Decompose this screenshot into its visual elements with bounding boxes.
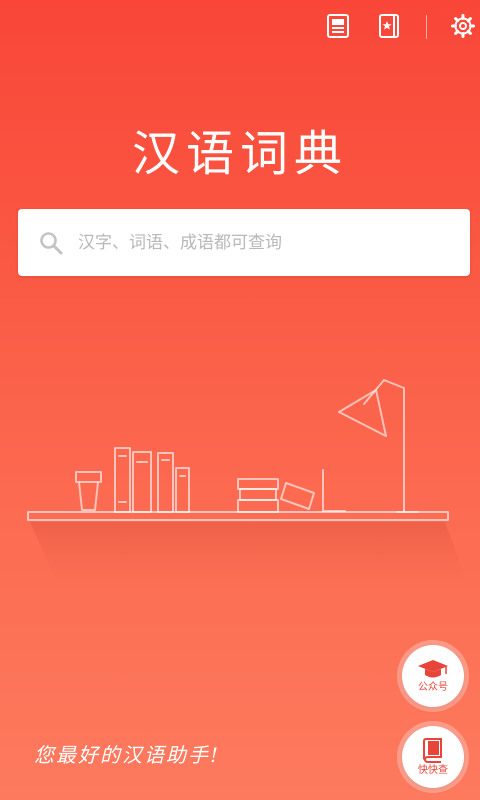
bookmark-book-icon	[376, 13, 402, 39]
settings-gear-icon	[450, 13, 476, 39]
search-box[interactable]	[18, 209, 470, 276]
official-account-button[interactable]: 公众号	[402, 645, 464, 707]
toolbar-divider	[426, 15, 427, 39]
app-title: 汉语词典	[131, 126, 348, 182]
bookshelf-illustration	[27, 379, 466, 580]
search-icon	[40, 231, 63, 254]
book-icon	[423, 738, 442, 763]
newspaper-icon	[325, 13, 351, 39]
quick-lookup-button[interactable]: 快快查	[402, 726, 464, 788]
search-input[interactable]	[78, 209, 470, 276]
home-screen: 汉语词典 汉字、词语、成语都可查询 公众号 快快查 您最好的汉语助手!	[0, 0, 480, 800]
favorites-button[interactable]	[371, 8, 407, 44]
quick-lookup-label: 快快查	[418, 765, 448, 776]
official-account-label: 公众号	[418, 682, 448, 693]
settings-button[interactable]	[445, 8, 480, 44]
news-button[interactable]	[320, 8, 356, 44]
graduation-cap-icon	[418, 660, 448, 678]
slogan-text: 您最好的汉语助手!	[34, 743, 221, 767]
